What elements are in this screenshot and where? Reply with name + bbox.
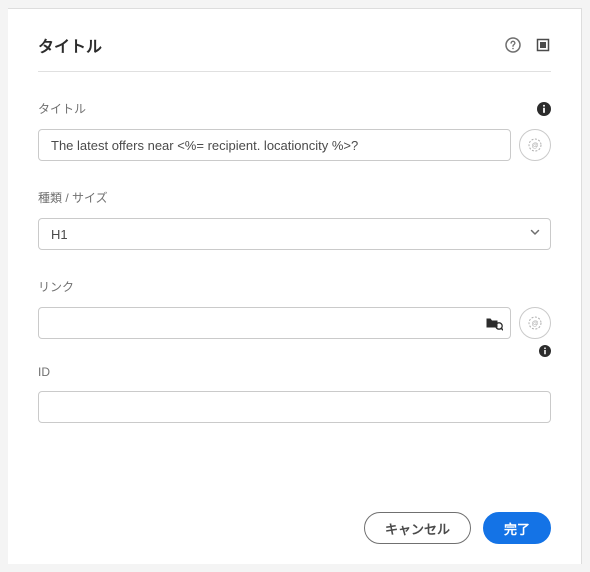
panel-title: タイトル [38, 33, 102, 57]
type-select-wrap [38, 218, 551, 250]
id-label: ID [38, 365, 50, 379]
panel-header: タイトル [38, 33, 551, 72]
id-input[interactable] [38, 391, 551, 423]
link-personalize-button[interactable]: @ [519, 307, 551, 339]
svg-text:@: @ [532, 321, 539, 328]
title-label: タイトル [38, 100, 86, 117]
id-field-group: ID [38, 365, 551, 423]
panel-footer: キャンセル 完了 [38, 492, 551, 544]
title-settings-panel: タイトル タイトル @ [8, 8, 582, 564]
fullscreen-icon[interactable] [535, 37, 551, 53]
panel-content: タイトル @ 種類 / サイズ [38, 72, 551, 492]
link-input[interactable] [38, 307, 511, 339]
personalize-button[interactable]: @ [519, 129, 551, 161]
personalize-icon: @ [527, 315, 543, 331]
type-label: 種類 / サイズ [38, 189, 108, 206]
info-icon[interactable] [537, 102, 551, 116]
help-icon[interactable] [505, 37, 521, 53]
svg-text:@: @ [532, 143, 539, 150]
type-field-group: 種類 / サイズ [38, 189, 551, 250]
link-picker-icon[interactable] [485, 315, 503, 331]
cancel-button[interactable]: キャンセル [364, 512, 471, 544]
personalize-icon: @ [527, 137, 543, 153]
title-input[interactable] [38, 129, 511, 161]
header-actions [505, 37, 551, 53]
link-label: リンク [38, 278, 74, 295]
link-field-group: リンク @ [38, 278, 551, 357]
done-button[interactable]: 完了 [483, 512, 551, 544]
type-select[interactable] [38, 218, 551, 250]
link-info-icon[interactable] [539, 345, 551, 357]
title-field-group: タイトル @ [38, 100, 551, 161]
